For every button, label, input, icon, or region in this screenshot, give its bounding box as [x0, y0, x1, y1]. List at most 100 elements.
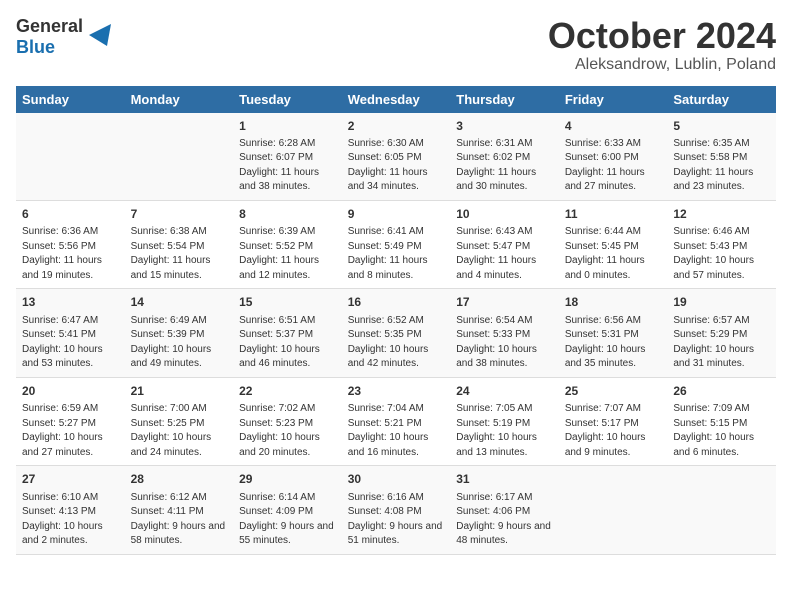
logo-arrow-icon [89, 24, 111, 46]
calendar-week-row: 27 Sunrise: 6:10 AMSunset: 4:13 PMDayligh… [16, 466, 776, 554]
calendar-day-cell: 7Sunrise: 6:38 AMSunset: 5:54 PMDaylight… [125, 200, 234, 288]
calendar-day-cell [125, 113, 234, 201]
location-title: Aleksandrow, Lublin, Poland [548, 56, 776, 74]
day-number: 8 [239, 206, 336, 223]
day-info: Sunrise: 6:46 AMSunset: 5:43 PMDaylight:… [673, 225, 770, 283]
day-number: 27 [22, 471, 119, 488]
day-number: 30 [348, 471, 445, 488]
day-info: Sunrise: 6:47 AMSunset: 5:41 PMDaylight:… [22, 314, 119, 372]
calendar-day-cell: 28 Sunrise: 6:12 AMSunset: 4:11 PMDayligh… [125, 466, 234, 554]
day-info: Sunrise: 7:02 AMSunset: 5:23 PMDaylight:… [239, 402, 336, 460]
calendar-day-cell: 21Sunrise: 7:00 AMSunset: 5:25 PMDayligh… [125, 377, 234, 465]
calendar-day-cell: 13 Sunrise: 6:47 AMSunset: 5:41 PMDayligh… [16, 289, 125, 377]
calendar-table: SundayMondayTuesdayWednesdayThursdayFrid… [16, 86, 776, 555]
calendar-day-cell: 5 Sunrise: 6:35 AMSunset: 5:58 PMDaylight… [667, 113, 776, 201]
day-info: Sunrise: 6:31 AMSunset: 6:02 PMDaylight:… [456, 137, 553, 195]
calendar-day-cell: 30 Sunrise: 6:16 AMSunset: 4:08 PMDayligh… [342, 466, 451, 554]
day-number: 4 [565, 118, 662, 135]
day-number: 22 [239, 383, 336, 400]
calendar-day-header: Friday [559, 86, 668, 113]
calendar-week-row: 20 Sunrise: 6:59 AMSunset: 5:27 PMDayligh… [16, 377, 776, 465]
calendar-day-cell: 24 Sunrise: 7:05 AMSunset: 5:19 PMDayligh… [450, 377, 559, 465]
day-number: 1 [239, 118, 336, 135]
day-number: 20 [22, 383, 119, 400]
calendar-day-header: Wednesday [342, 86, 451, 113]
day-number: 26 [673, 383, 770, 400]
day-info: Sunrise: 6:41 AMSunset: 5:49 PMDaylight:… [348, 225, 445, 283]
day-number: 29 [239, 471, 336, 488]
day-info: Sunrise: 7:09 AMSunset: 5:15 PMDaylight:… [673, 402, 770, 460]
calendar-day-cell: 6 Sunrise: 6:36 AMSunset: 5:56 PMDaylight… [16, 200, 125, 288]
calendar-day-cell: 29 Sunrise: 6:14 AMSunset: 4:09 PMDayligh… [233, 466, 342, 554]
day-info: Sunrise: 6:12 AMSunset: 4:11 PMDaylight:… [131, 491, 228, 549]
day-info: Sunrise: 6:39 AMSunset: 5:52 PMDaylight:… [239, 225, 336, 283]
day-info: Sunrise: 6:38 AMSunset: 5:54 PMDaylight:… [131, 225, 228, 283]
day-info: Sunrise: 6:43 AMSunset: 5:47 PMDaylight:… [456, 225, 553, 283]
day-number: 16 [348, 294, 445, 311]
calendar-day-cell: 1 Sunrise: 6:28 AMSunset: 6:07 PMDaylight… [233, 113, 342, 201]
calendar-day-header: Sunday [16, 86, 125, 113]
day-number: 13 [22, 294, 119, 311]
calendar-day-cell: 12 Sunrise: 6:46 AMSunset: 5:43 PMDayligh… [667, 200, 776, 288]
day-info: Sunrise: 6:28 AMSunset: 6:07 PMDaylight:… [239, 137, 336, 195]
day-number: 18 [565, 294, 662, 311]
day-number: 31 [456, 471, 553, 488]
day-info: Sunrise: 7:04 AMSunset: 5:21 PMDaylight:… [348, 402, 445, 460]
calendar-day-cell: 19 Sunrise: 6:57 AMSunset: 5:29 PMDayligh… [667, 289, 776, 377]
day-info: Sunrise: 6:14 AMSunset: 4:09 PMDaylight:… [239, 491, 336, 549]
day-number: 19 [673, 294, 770, 311]
day-info: Sunrise: 6:57 AMSunset: 5:29 PMDaylight:… [673, 314, 770, 372]
calendar-day-cell: 3 Sunrise: 6:31 AMSunset: 6:02 PMDaylight… [450, 113, 559, 201]
calendar-day-header: Thursday [450, 86, 559, 113]
page-header: General Blue October 2024 Aleksandrow, L… [16, 16, 776, 74]
calendar-day-header: Monday [125, 86, 234, 113]
day-number: 10 [456, 206, 553, 223]
day-info: Sunrise: 6:33 AMSunset: 6:00 PMDaylight:… [565, 137, 662, 195]
day-info: Sunrise: 6:35 AMSunset: 5:58 PMDaylight:… [673, 137, 770, 195]
logo-general: General [16, 16, 83, 36]
day-number: 24 [456, 383, 553, 400]
day-info: Sunrise: 6:54 AMSunset: 5:33 PMDaylight:… [456, 314, 553, 372]
calendar-day-cell: 27 Sunrise: 6:10 AMSunset: 4:13 PMDayligh… [16, 466, 125, 554]
logo: General Blue [16, 16, 111, 59]
calendar-week-row: 13 Sunrise: 6:47 AMSunset: 5:41 PMDayligh… [16, 289, 776, 377]
calendar-day-cell: 25Sunrise: 7:07 AMSunset: 5:17 PMDayligh… [559, 377, 668, 465]
calendar-day-cell: 26 Sunrise: 7:09 AMSunset: 5:15 PMDayligh… [667, 377, 776, 465]
day-info: Sunrise: 7:07 AMSunset: 5:17 PMDaylight:… [565, 402, 662, 460]
day-info: Sunrise: 7:05 AMSunset: 5:19 PMDaylight:… [456, 402, 553, 460]
day-info: Sunrise: 6:10 AMSunset: 4:13 PMDaylight:… [22, 491, 119, 549]
day-info: Sunrise: 6:49 AMSunset: 5:39 PMDaylight:… [131, 314, 228, 372]
day-info: Sunrise: 6:56 AMSunset: 5:31 PMDaylight:… [565, 314, 662, 372]
calendar-day-cell: 16 Sunrise: 6:52 AMSunset: 5:35 PMDayligh… [342, 289, 451, 377]
day-number: 14 [131, 294, 228, 311]
calendar-day-cell: 23 Sunrise: 7:04 AMSunset: 5:21 PMDayligh… [342, 377, 451, 465]
day-number: 23 [348, 383, 445, 400]
calendar-day-cell: 22 Sunrise: 7:02 AMSunset: 5:23 PMDayligh… [233, 377, 342, 465]
day-number: 3 [456, 118, 553, 135]
day-info: Sunrise: 6:36 AMSunset: 5:56 PMDaylight:… [22, 225, 119, 283]
calendar-day-cell: 9Sunrise: 6:41 AMSunset: 5:49 PMDaylight… [342, 200, 451, 288]
calendar-day-cell [559, 466, 668, 554]
day-number: 28 [131, 471, 228, 488]
calendar-week-row: 6 Sunrise: 6:36 AMSunset: 5:56 PMDaylight… [16, 200, 776, 288]
title-block: October 2024 Aleksandrow, Lublin, Poland [548, 16, 776, 74]
day-info: Sunrise: 6:16 AMSunset: 4:08 PMDaylight:… [348, 491, 445, 549]
day-info: Sunrise: 6:59 AMSunset: 5:27 PMDaylight:… [22, 402, 119, 460]
calendar-day-cell: 2Sunrise: 6:30 AMSunset: 6:05 PMDaylight… [342, 113, 451, 201]
calendar-day-cell [667, 466, 776, 554]
day-number: 12 [673, 206, 770, 223]
day-info: Sunrise: 6:52 AMSunset: 5:35 PMDaylight:… [348, 314, 445, 372]
day-number: 6 [22, 206, 119, 223]
calendar-day-cell [16, 113, 125, 201]
calendar-day-cell: 8 Sunrise: 6:39 AMSunset: 5:52 PMDaylight… [233, 200, 342, 288]
day-info: Sunrise: 6:30 AMSunset: 6:05 PMDaylight:… [348, 137, 445, 195]
calendar-day-header: Tuesday [233, 86, 342, 113]
day-number: 21 [131, 383, 228, 400]
logo-blue: Blue [16, 37, 55, 57]
day-number: 5 [673, 118, 770, 135]
calendar-day-cell: 14 Sunrise: 6:49 AMSunset: 5:39 PMDayligh… [125, 289, 234, 377]
day-info: Sunrise: 6:17 AMSunset: 4:06 PMDaylight:… [456, 491, 553, 549]
calendar-day-cell: 18 Sunrise: 6:56 AMSunset: 5:31 PMDayligh… [559, 289, 668, 377]
calendar-header-row: SundayMondayTuesdayWednesdayThursdayFrid… [16, 86, 776, 113]
calendar-day-header: Saturday [667, 86, 776, 113]
